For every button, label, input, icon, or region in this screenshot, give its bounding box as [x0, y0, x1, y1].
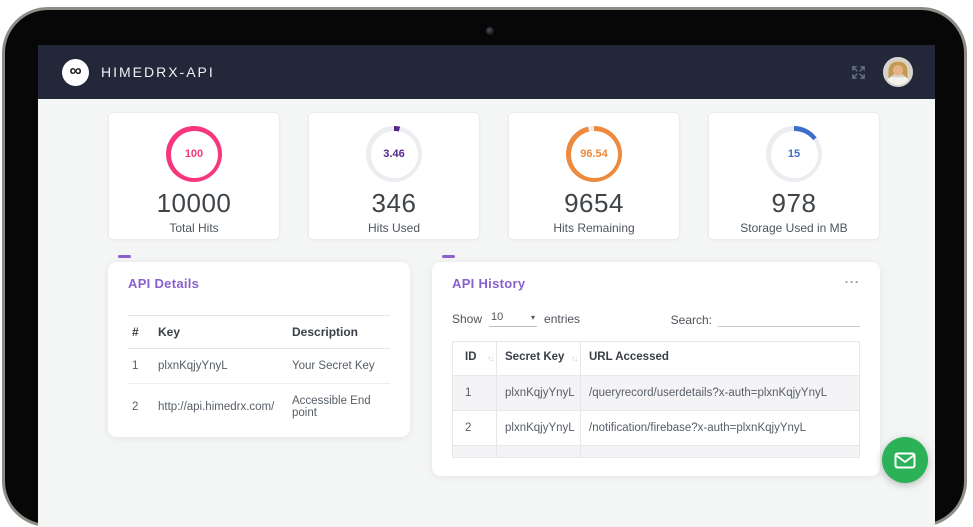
cell-num: 1 — [128, 349, 154, 384]
navbar-right — [850, 57, 913, 87]
panels-row: API Details # Key Description — [108, 262, 880, 476]
ring-value: 3.46 — [383, 148, 404, 160]
tablet-frame: ∞ HIMEDRX-API — [2, 7, 967, 527]
header-id[interactable]: ID ↑↓ — [453, 342, 497, 376]
stat-value: 9654 — [509, 188, 679, 219]
api-history-wrap: API History ... Show 10 ▾ entries — [432, 262, 880, 476]
progress-ring: 96.54 — [566, 126, 622, 182]
stat-card-hits-used: 3.46 346 Hits Used — [308, 112, 480, 240]
stat-card-storage-used: 15 978 Storage Used in MB — [708, 112, 880, 240]
top-navbar: ∞ HIMEDRX-API — [38, 45, 935, 99]
api-history-panel: API History ... Show 10 ▾ entries — [432, 262, 880, 476]
show-entries: Show 10 ▾ entries — [452, 311, 580, 327]
stat-card-hits-remaining: 96.54 9654 Hits Remaining — [508, 112, 680, 240]
api-details-wrap: API Details # Key Description — [108, 262, 410, 437]
stat-value: 10000 — [109, 188, 279, 219]
panel-title: API Details — [128, 276, 390, 291]
panel-menu-button[interactable]: ... — [845, 276, 860, 282]
progress-ring: 3.46 — [366, 126, 422, 182]
ring-value: 100 — [185, 148, 203, 160]
header-description[interactable]: Description — [288, 316, 390, 349]
show-label: Show — [452, 312, 482, 326]
cell-key: plxnKqjyYnyL — [154, 349, 288, 384]
progress-ring: 100 — [166, 126, 222, 182]
brand-block: ∞ HIMEDRX-API — [62, 59, 215, 86]
panel-title: API History — [452, 276, 525, 291]
screen: ∞ HIMEDRX-API — [38, 45, 935, 527]
stat-card-total-hits: 100 10000 Total Hits — [108, 112, 280, 240]
accent-dash — [442, 255, 455, 258]
cell-description: Your Secret Key — [288, 349, 390, 384]
chat-button[interactable] — [882, 437, 928, 483]
cell-secret-key: plxnKqjyYnyL — [497, 410, 581, 445]
table-header-row: # Key Description — [128, 316, 390, 349]
ring-value: 15 — [788, 148, 800, 160]
search-label: Search: — [671, 313, 712, 327]
search-box: Search: — [671, 311, 860, 327]
progress-ring: 15 — [766, 126, 822, 182]
cell-key: http://api.himedrx.com/ — [154, 384, 288, 431]
stat-value: 978 — [709, 188, 879, 219]
table-row: 1 plxnKqjyYnyL Your Secret Key — [128, 349, 390, 384]
sort-arrows-icon[interactable]: ↑↓ — [571, 354, 577, 365]
stat-label: Storage Used in MB — [709, 221, 879, 235]
panel-head: API History ... — [452, 276, 860, 291]
header-num[interactable]: # — [128, 316, 154, 349]
ring-value: 96.54 — [580, 148, 608, 160]
header-url-accessed[interactable]: URL Accessed — [581, 342, 860, 376]
stat-label: Hits Used — [309, 221, 479, 235]
cell-url: /notification/firebase?x-auth=plxnKqjyYn… — [581, 410, 860, 445]
user-avatar[interactable] — [883, 57, 913, 87]
entries-select[interactable]: 10 ▾ — [489, 311, 537, 327]
expand-icon[interactable] — [850, 64, 867, 81]
front-camera-icon — [486, 27, 494, 35]
cell-url: /queryrecord/userdetails?x-auth=plxnKqjy… — [581, 375, 860, 410]
cell-num: 2 — [128, 384, 154, 431]
header-key[interactable]: Key — [154, 316, 288, 349]
table-row-partial — [453, 445, 860, 457]
cell-id: 2 — [453, 410, 497, 445]
table-controls: Show 10 ▾ entries Search: — [452, 311, 860, 327]
infinity-icon: ∞ — [62, 59, 89, 86]
header-secret-key[interactable]: Secret Key ↑↓ — [497, 342, 581, 376]
cell-id: 1 — [453, 375, 497, 410]
api-details-table: # Key Description 1 plxnKqjyYnyL Your Se… — [128, 315, 390, 430]
accent-dash — [118, 255, 131, 258]
sort-arrows-icon[interactable]: ↑↓ — [487, 354, 493, 365]
stat-label: Total Hits — [109, 221, 279, 235]
cell-secret-key: plxnKqjyYnyL — [497, 375, 581, 410]
table-row: 2 http://api.himedrx.com/ Accessible End… — [128, 384, 390, 431]
envelope-icon — [894, 452, 916, 469]
brand-title: HIMEDRX-API — [101, 64, 215, 80]
stat-value: 346 — [309, 188, 479, 219]
table-row: 1 plxnKqjyYnyL /queryrecord/userdetails?… — [453, 375, 860, 410]
dashboard-content: 100 10000 Total Hits 3.46 346 Hits Used … — [108, 112, 880, 476]
stats-row: 100 10000 Total Hits 3.46 346 Hits Used … — [108, 112, 880, 240]
entries-value: 10 — [491, 311, 503, 323]
caret-down-icon: ▾ — [531, 313, 535, 322]
entries-label: entries — [544, 312, 580, 326]
infinity-glyph: ∞ — [69, 62, 81, 79]
stat-label: Hits Remaining — [509, 221, 679, 235]
api-history-table: ID ↑↓ Secret Key ↑↓ URL Accessed — [452, 341, 860, 458]
table-row: 2 plxnKqjyYnyL /notification/firebase?x-… — [453, 410, 860, 445]
table-header-row: ID ↑↓ Secret Key ↑↓ URL Accessed — [453, 342, 860, 376]
cell-description: Accessible End point — [288, 384, 390, 431]
api-details-panel: API Details # Key Description — [108, 262, 410, 437]
search-input[interactable] — [718, 311, 860, 327]
